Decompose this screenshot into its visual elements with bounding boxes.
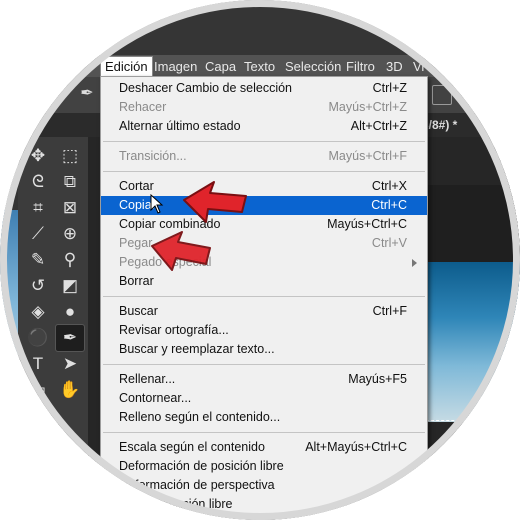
menu-item-buscar-y-reemplazar-texto[interactable]: Buscar y reemplazar texto... [101, 340, 427, 359]
menu-item-shortcut: Ctrl+Z [372, 81, 407, 95]
pen-tool-icon[interactable]: ✒ [55, 324, 85, 352]
paint-bucket-tool-icon[interactable]: ◈ [24, 299, 52, 325]
menu-item-transformación-libre[interactable]: Transformación libre [101, 495, 427, 514]
menu-item-deformación-de-posición-libre[interactable]: Deformación de posición libre [101, 457, 427, 476]
menu-bar: Edición Imagen Capa Texto Selección Filt… [0, 55, 520, 77]
menu-item-label: Rehacer [119, 100, 167, 114]
blur-tool-icon[interactable]: ● [56, 299, 84, 325]
menu-item-label: Rellenar... [119, 372, 176, 386]
menu-filtro[interactable]: Filtro [342, 57, 379, 76]
menu-item-shortcut: Ctrl+V [371, 236, 407, 250]
move-tool-icon[interactable]: ✥ [24, 143, 52, 169]
lasso-tool-icon[interactable]: ᘓ [24, 169, 52, 195]
menu-item-shortcut: Mayús+Ctrl+Z [328, 100, 408, 114]
menu-imagen[interactable]: Imagen [150, 57, 201, 76]
rectangle-tool-icon[interactable]: ▭ [24, 377, 52, 403]
menu-3d[interactable]: 3D [382, 57, 407, 76]
menu-item-alternar-último-estado[interactable]: Alternar último estado Alt+Ctrl+Z [101, 117, 427, 136]
menu-item-revisar-ortografía[interactable]: Revisar ortografía... [101, 321, 427, 340]
menu-item-shortcut: Ctrl+C [371, 198, 407, 212]
marquee-tool-icon[interactable]: ⬚ [56, 143, 84, 169]
menu-item-shortcut: Alt+Mayús+Ctrl+C [305, 440, 407, 454]
menu-item-shortcut: Mayús+F5 [348, 372, 407, 386]
menu-separator [103, 171, 425, 172]
menu-item-label: Borrar [119, 274, 154, 288]
eraser-tool-icon[interactable]: ◩ [56, 273, 84, 299]
menu-separator [103, 141, 425, 142]
menu-item-shortcut: Mayús+Ctrl+F [328, 149, 408, 163]
menu-item-buscar[interactable]: Buscar Ctrl+F [101, 302, 427, 321]
canvas-dark-region [426, 185, 520, 262]
menu-seleccion[interactable]: Selección [281, 57, 345, 76]
menu-item-label: Deformación de posición libre [119, 459, 284, 473]
eyedropper-tool-icon[interactable]: ⟋ [24, 221, 52, 247]
menu-item-rehacer[interactable]: Rehacer Mayús+Ctrl+Z [101, 98, 427, 117]
menu-item-transición[interactable]: Transición... Mayús+Ctrl+F [101, 147, 427, 166]
pen-options-icon[interactable]: ✒ [76, 83, 98, 105]
toolbox: ✥ ⬚ ᘓ ⧉ ⌗ ⊠ ⟋ ⊕ ✎ ⚲ ↺ ◩ ◈ ● ⚫ ✒ T ➤ ▭ ✋ ••• [18, 137, 89, 520]
menu-item-borrar[interactable]: Borrar [101, 272, 427, 291]
menu-item-label: Cortar [119, 179, 154, 193]
mouse-cursor-icon [150, 194, 164, 214]
menu-item-contornear[interactable]: Contornear... [101, 389, 427, 408]
menu-item-label: Deformación de perspectiva [119, 478, 275, 492]
menu-item-label: Buscar y reemplazar texto... [119, 342, 275, 356]
more-tools-icon[interactable]: ••• [24, 403, 52, 429]
menu-item-shortcut: Ctrl+X [371, 179, 407, 193]
menu-item-deshacer-cambio-de-selección[interactable]: Deshacer Cambio de selección Ctrl+Z [101, 79, 427, 98]
menu-item-label: Relleno según el contenido... [119, 410, 281, 424]
dodge-tool-icon[interactable]: ⚫ [24, 325, 52, 351]
menu-item-escala-según-el-contenido[interactable]: Escala según el contenido Alt+Mayús+Ctrl+… [101, 438, 427, 457]
menu-item-label: Transformación libre [119, 497, 233, 511]
menu-separator [103, 364, 425, 365]
red-arrow-pegar-icon [151, 231, 211, 271]
menu-separator [103, 296, 425, 297]
object-select-tool-icon[interactable]: ⧉ [56, 169, 84, 195]
healing-brush-tool-icon[interactable]: ⊕ [56, 221, 84, 247]
frame-tool-icon[interactable]: ⊠ [56, 195, 84, 221]
crop-tool-icon[interactable]: ⌗ [24, 195, 52, 221]
red-arrow-copiar-icon [183, 181, 247, 223]
menu-item-rellenar[interactable]: Rellenar... Mayús+F5 [101, 370, 427, 389]
menu-item-label: Revisar ortografía... [119, 323, 229, 337]
path-select-tool-icon[interactable]: ➤ [56, 351, 84, 377]
menu-item-label: Contornear... [119, 391, 192, 405]
menu-separator [103, 432, 425, 433]
history-brush-tool-icon[interactable]: ↺ [24, 273, 52, 299]
photoshop-window: Edición Imagen Capa Texto Selección Filt… [0, 0, 520, 520]
menu-item-shortcut: Mayús+Ctrl+C [327, 217, 407, 231]
menu-texto[interactable]: Texto [240, 57, 279, 76]
type-tool-icon[interactable]: T [24, 351, 52, 377]
selection-marquee [426, 420, 520, 421]
menu-item-label: Transición... [119, 149, 187, 163]
hand-tool-icon[interactable]: ✋ [56, 377, 84, 403]
brush-tool-icon[interactable]: ✎ [24, 247, 52, 273]
menu-item-deformación-de-perspectiva[interactable]: Deformación de perspectiva [101, 476, 427, 495]
menu-edicion[interactable]: Edición [100, 56, 153, 77]
menu-item-label: Deshacer Cambio de selección [119, 81, 293, 95]
submenu-arrow-icon [412, 259, 417, 267]
background-photo-strip [0, 210, 18, 440]
stamp-tool-icon[interactable]: ⚲ [56, 247, 84, 273]
menu-item-label: Buscar [119, 304, 158, 318]
edit-menu: Deshacer Cambio de selección Ctrl+Z Rehace… [100, 76, 428, 520]
menu-capa[interactable]: Capa [201, 57, 240, 76]
menu-vista[interactable]: Vi [409, 57, 428, 76]
menu-item-relleno-según-el-contenido[interactable]: Relleno según el contenido... [101, 408, 427, 427]
menu-item-label: Alternar último estado [119, 119, 241, 133]
menu-item-shortcut: Alt+Ctrl+Z [350, 119, 407, 133]
options-toggle-icon[interactable] [432, 85, 452, 105]
menu-item-label: Escala según el contenido [119, 440, 265, 454]
canvas-photo [426, 262, 520, 422]
menu-item-shortcut: Ctrl+F [372, 304, 407, 318]
